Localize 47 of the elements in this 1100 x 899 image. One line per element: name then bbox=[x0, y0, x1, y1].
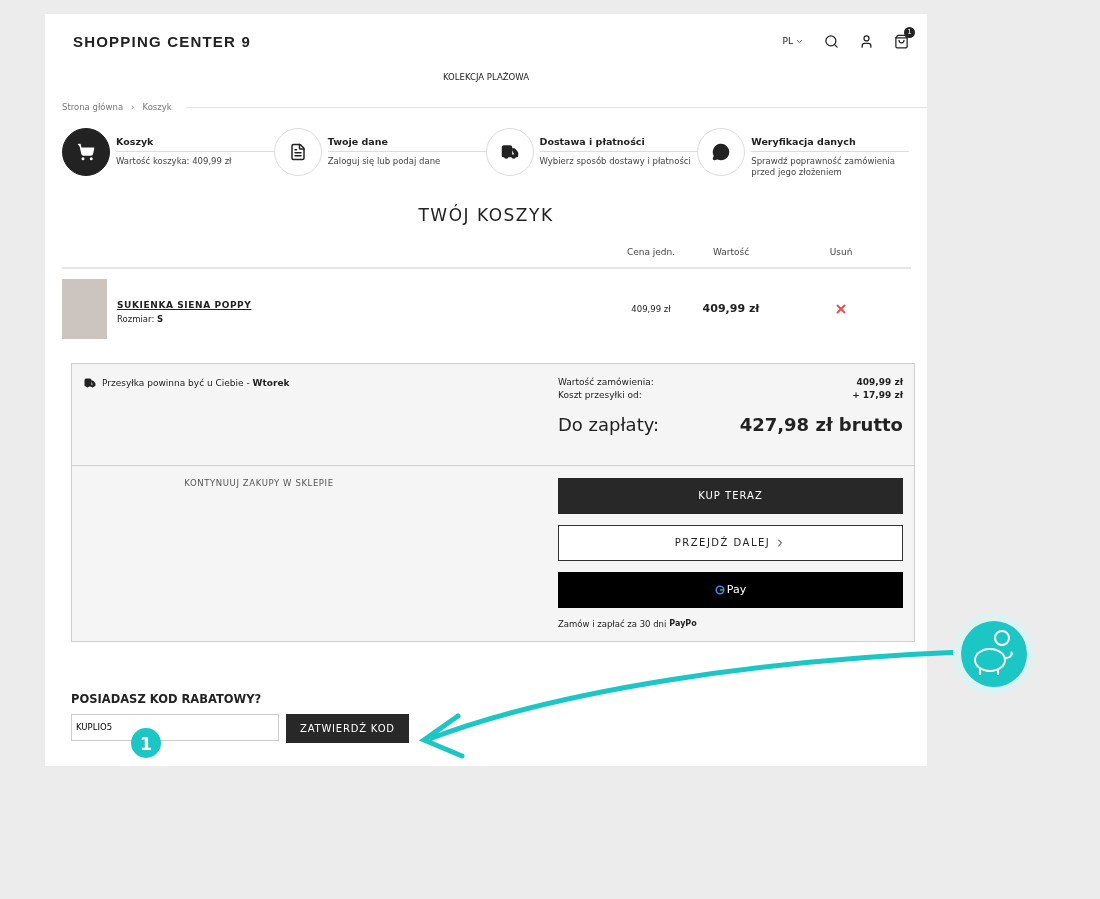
column-header: Usuń bbox=[828, 246, 854, 257]
summary-value: + 17,99 zł bbox=[852, 388, 903, 402]
store-logo[interactable]: SHOPPING CENTER 9 bbox=[73, 32, 251, 50]
step-description: Wartość koszyka: 409,99 zł bbox=[116, 156, 233, 168]
truck-icon bbox=[500, 143, 519, 161]
step-description: Wybierz sposób dostawy i płatności bbox=[539, 156, 692, 168]
step-description: Sprawdź poprawność zamówienia przed jego złożeniem bbox=[751, 156, 896, 179]
discount-heading: POSIADASZ KOD RABATOWY? bbox=[71, 691, 263, 706]
user-icon[interactable] bbox=[859, 33, 874, 49]
column-header: Wartość bbox=[711, 246, 751, 257]
total-value: 427,98 zł brutto bbox=[739, 413, 903, 435]
language-selector[interactable]: PL bbox=[782, 36, 804, 46]
total-label: Do zapłaty: bbox=[558, 413, 660, 435]
nav-link[interactable]: KOLEKCJA PLAŻOWA bbox=[443, 72, 529, 82]
paypo-text: Zamów i zapłać za 30 dni bbox=[558, 618, 667, 629]
speech-bubble-icon bbox=[712, 143, 731, 161]
paypo-logo: PayPo bbox=[669, 619, 697, 629]
continue-shopping-link[interactable]: KONTYNUUJ ZAKUPY W SKLEPIE bbox=[104, 477, 414, 629]
truck-icon bbox=[84, 376, 96, 389]
product-size: Rozmiar: S bbox=[117, 314, 165, 325]
step-description: Zaloguj się lub podaj dane bbox=[327, 156, 442, 168]
next-button[interactable]: PRZEJDŹ DALEJ bbox=[558, 524, 903, 561]
step-title: Koszyk bbox=[116, 136, 274, 152]
cart-bag-icon[interactable] bbox=[894, 33, 909, 49]
column-header: Cena jedn. bbox=[625, 246, 677, 257]
remove-button[interactable] bbox=[834, 301, 848, 316]
buy-now-button[interactable]: KUP TERAZ bbox=[558, 477, 903, 514]
google-pay-button[interactable]: Pay bbox=[558, 571, 903, 608]
apply-code-button[interactable]: ZATWIERDŹ KOD bbox=[286, 713, 409, 743]
step-title: Dostawa i płatności bbox=[539, 136, 698, 152]
unit-price: 409,99 zł bbox=[630, 303, 672, 314]
cart-icon bbox=[77, 143, 95, 161]
summary-label: Wartość zamówienia: bbox=[558, 375, 654, 389]
step-title: Twoje dane bbox=[327, 136, 486, 152]
photo-placeholder bbox=[62, 278, 107, 339]
step-title: Weryfikacja danych bbox=[751, 136, 909, 152]
page-title: TWÓJ KOSZYK bbox=[417, 204, 555, 225]
line-total: 409,99 zł bbox=[701, 302, 761, 316]
breadcrumb-link[interactable]: Koszyk bbox=[142, 102, 172, 112]
breadcrumb-separator: › bbox=[131, 102, 135, 112]
breadcrumb-link[interactable]: Strona główna bbox=[62, 102, 124, 112]
summary-value: 409,99 zł bbox=[856, 375, 903, 389]
document-icon bbox=[288, 143, 307, 161]
delivery-info: Przesyłka powinna być u Ciebie - Wtorek bbox=[102, 377, 290, 388]
summary-label: Koszt przesyłki od: bbox=[558, 388, 642, 402]
product-name-link[interactable]: SUKIENKA SIENA POPPY bbox=[117, 300, 252, 311]
search-icon[interactable] bbox=[824, 33, 839, 49]
